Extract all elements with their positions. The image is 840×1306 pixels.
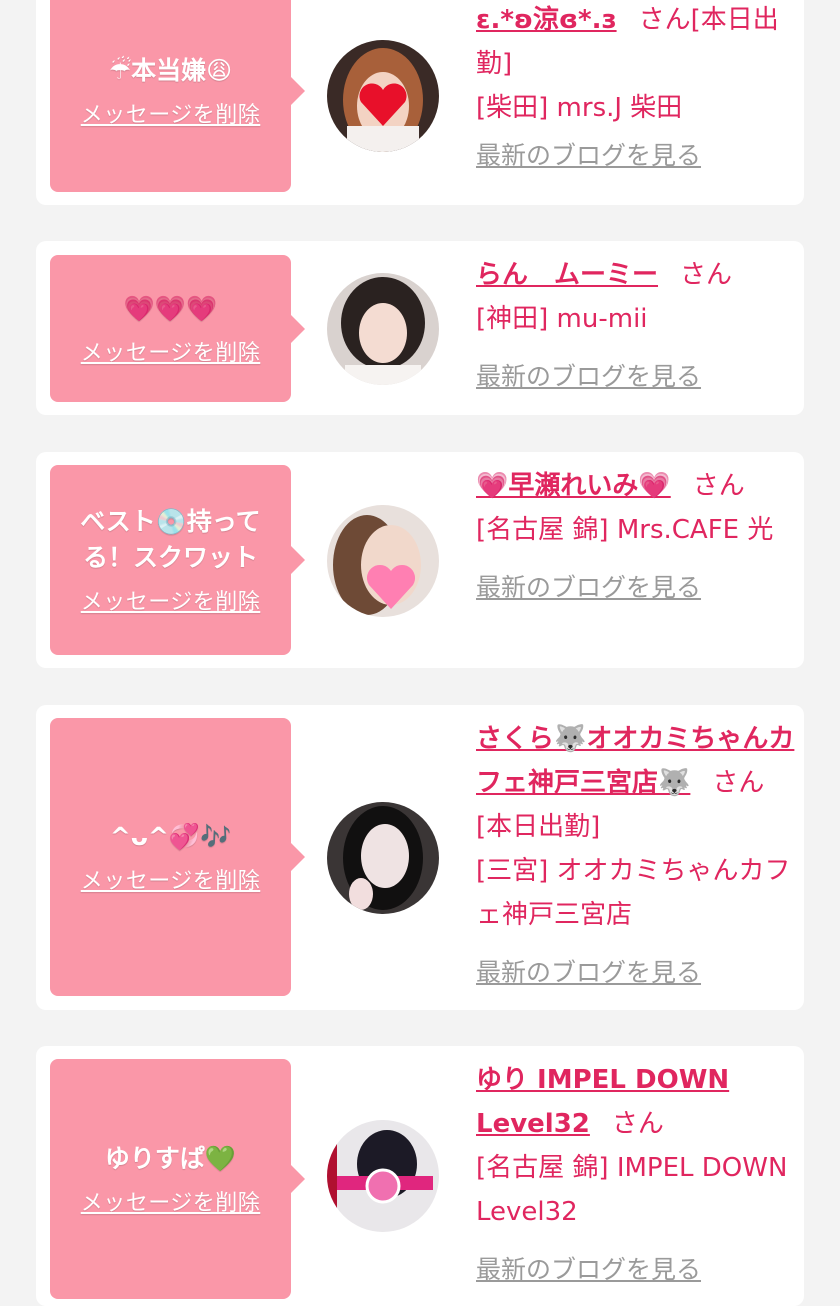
message-card: ^ᴗ^💞🎶 メッセージを削除 さくら🐺オオカミちゃんカフェ神戸三宮店🐺 さん[本日… xyxy=(36,705,804,1010)
heart-sticker-avatar-icon xyxy=(327,505,439,617)
today-working-badge: [本日出勤] xyxy=(476,812,601,842)
message-card: ゆりすぱ💚 メッセージを削除 ゆり IMPEL DOWN Level32 さん [… xyxy=(36,1046,804,1306)
message-bubble: ベスト💿持ってる！スクワット メッセージを削除 xyxy=(50,465,305,655)
girl-info: らん ムーミー さん [神田] mu-mii 最新のブログを見る xyxy=(476,253,796,399)
avatar[interactable] xyxy=(327,1120,439,1232)
girl-info: さくら🐺オオカミちゃんカフェ神戸三宮店🐺 さん[本日出勤] [三宮] オオカミちゃ… xyxy=(476,717,796,995)
message-text: ^ᴗ^💞🎶 xyxy=(109,822,232,851)
honorific: さん xyxy=(712,768,765,798)
latest-blog-link[interactable]: 最新のブログを見る xyxy=(476,1248,796,1292)
latest-blog-link[interactable]: 最新のブログを見る xyxy=(476,134,796,178)
message-text: 💗💗💗 xyxy=(123,293,218,323)
girl-info: 💗早瀬れいみ💗 さん [名古屋 錦] Mrs.CAFE 光 最新のブログを見る xyxy=(476,464,796,610)
message-bubble: ^ᴗ^💞🎶 メッセージを削除 xyxy=(50,718,305,996)
message-text: ☔本当嫌😩 xyxy=(108,56,233,85)
girl-name-link[interactable]: ε.*ʚ涼ɞ*.з xyxy=(476,5,617,35)
latest-blog-link[interactable]: 最新のブログを見る xyxy=(476,566,796,610)
latest-blog-link[interactable]: 最新のブログを見る xyxy=(476,951,796,995)
message-card: ベスト💿持ってる！スクワット メッセージを削除 💗早瀬れいみ💗 さん [名古屋 錦… xyxy=(36,452,804,668)
honorific: さん xyxy=(611,1109,664,1139)
shop-name: [三宮] オオカミちゃんカフェ神戸三宮店 xyxy=(476,856,791,930)
logo-photo-avatar-icon xyxy=(327,1120,439,1232)
shop-name: [名古屋 錦] IMPEL DOWN Level32 xyxy=(476,1153,788,1227)
message-bubble: ☔本当嫌😩 メッセージを削除 xyxy=(50,0,305,192)
shop-name: [名古屋 錦] Mrs.CAFE 光 xyxy=(476,515,774,545)
message-card: ☔本当嫌😩 メッセージを削除 ε.*ʚ涼ɞ*.з さん[本日出勤] [柴田] mr… xyxy=(36,0,804,205)
avatar[interactable] xyxy=(327,802,439,914)
girl-name-link[interactable]: ゆり IMPEL DOWN Level32 xyxy=(476,1065,729,1139)
honorific: さん xyxy=(692,471,745,501)
girl-name-link[interactable]: 💗早瀬れいみ💗 xyxy=(476,471,671,501)
message-text: ゆりすぱ💚 xyxy=(104,1144,237,1173)
shop-name: [神田] mu-mii xyxy=(476,304,648,334)
delete-message-link[interactable]: メッセージを削除 xyxy=(81,335,261,367)
delete-message-link[interactable]: メッセージを削除 xyxy=(81,863,261,895)
message-bubble: ゆりすぱ💚 メッセージを削除 xyxy=(50,1059,305,1299)
girl-photo-avatar-icon xyxy=(327,802,439,914)
message-bubble: 💗💗💗 メッセージを削除 xyxy=(50,255,305,402)
delete-message-link[interactable]: メッセージを削除 xyxy=(81,584,261,616)
girl-name-link[interactable]: らん ムーミー xyxy=(476,260,658,290)
delete-message-link[interactable]: メッセージを削除 xyxy=(81,97,261,129)
honorific: さん xyxy=(680,260,733,290)
avatar[interactable] xyxy=(327,40,439,152)
honorific: さん xyxy=(638,5,691,35)
latest-blog-link[interactable]: 最新のブログを見る xyxy=(476,355,796,399)
girl-info: ゆり IMPEL DOWN Level32 さん [名古屋 錦] IMPEL DO… xyxy=(476,1058,796,1292)
avatar[interactable] xyxy=(327,273,439,385)
avatar[interactable] xyxy=(327,505,439,617)
girl-photo-avatar-icon xyxy=(327,273,439,385)
message-text: ベスト💿持ってる！スクワット xyxy=(80,507,261,572)
heart-sticker-avatar-icon xyxy=(327,40,439,152)
delete-message-link[interactable]: メッセージを削除 xyxy=(81,1185,261,1217)
message-list: ☔本当嫌😩 メッセージを削除 ε.*ʚ涼ɞ*.з さん [本日出勤] [柴田] mr… xyxy=(0,0,840,1306)
shop-name: [柴田] mrs.J 柴田 xyxy=(476,93,683,123)
girl-info: ε.*ʚ涼ɞ*.з さん[本日出勤] [柴田] mrs.J 柴田 最新のブログを見… xyxy=(476,0,796,178)
message-card: 💗💗💗 メッセージを削除 らん ムーミー さん [神田] mu-mii 最新のブロ… xyxy=(36,241,804,415)
